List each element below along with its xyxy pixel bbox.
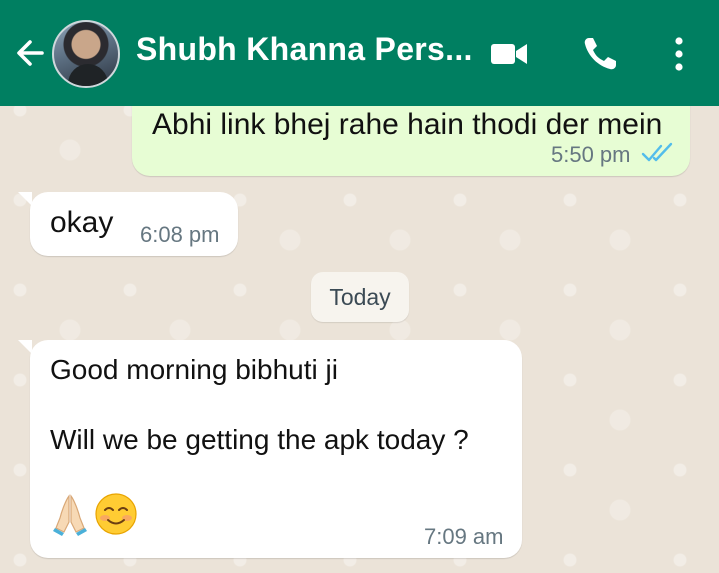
message-text-line: Good morning bibhuti ji	[50, 354, 338, 385]
double-check-icon	[641, 142, 673, 162]
message-bubble-incoming[interactable]: Good morning bibhuti ji Will we be getti…	[30, 340, 522, 558]
folded-hands-icon	[53, 494, 87, 536]
message-text-line: Will we be getting the apk today ?	[50, 424, 469, 455]
message-text: okay	[50, 206, 114, 239]
message-time: 7:09 am	[424, 524, 504, 549]
contact-name[interactable]: Shubh Khanna Pers...	[136, 31, 473, 68]
chat-header: Shubh Khanna Pers...	[0, 0, 719, 106]
phone-icon[interactable]	[580, 34, 620, 74]
message-bubble-incoming[interactable]: okay 6:08 pm	[30, 192, 238, 256]
message-text: Abhi link bhej rahe hain thodi der mein	[152, 108, 663, 141]
date-separator: Today	[311, 272, 409, 322]
message-time: 6:08 pm	[140, 222, 220, 247]
avatar-figure	[68, 64, 108, 86]
message-time: 5:50 pm	[551, 142, 631, 167]
more-options-icon[interactable]	[659, 34, 699, 74]
emoji-row	[50, 492, 138, 536]
video-call-icon[interactable]	[489, 34, 529, 74]
avatar[interactable]	[52, 20, 120, 88]
smiling-face-icon	[95, 493, 137, 535]
back-arrow-icon[interactable]	[12, 34, 50, 72]
